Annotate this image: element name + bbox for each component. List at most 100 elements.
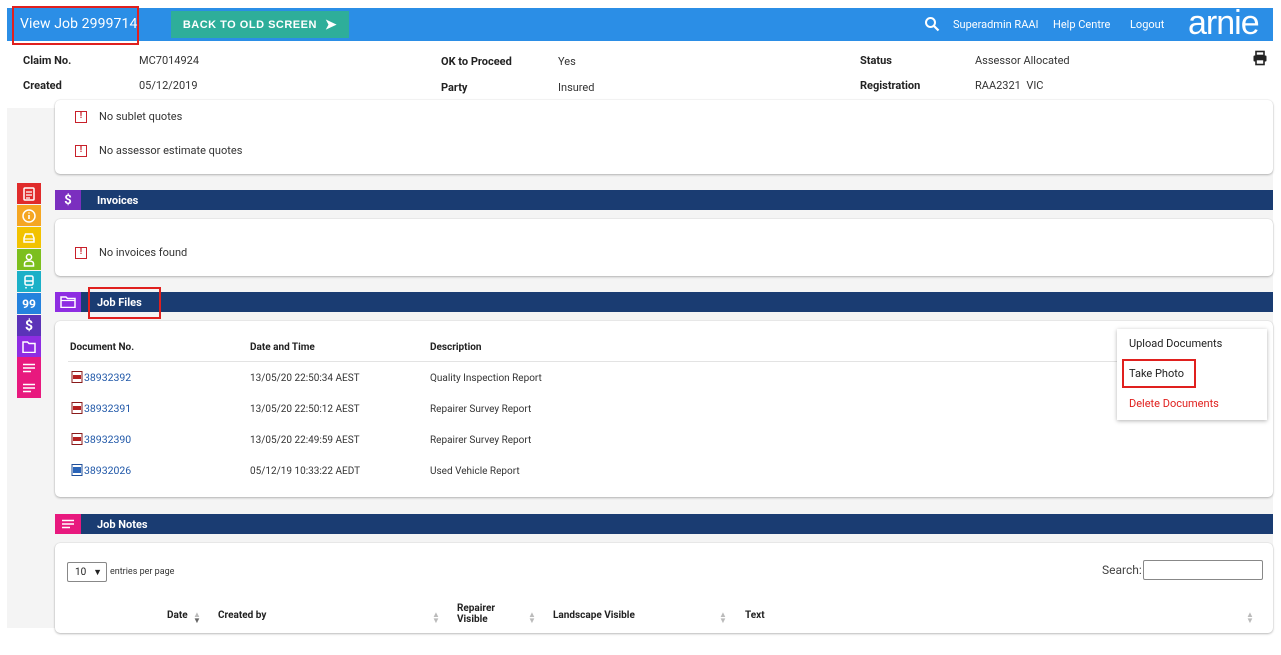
- document-description: Quality Inspection Report: [430, 373, 542, 384]
- search-label: Search:: [1102, 563, 1142, 577]
- back-to-old-screen-button[interactable]: BACK TO OLD SCREEN ➤: [171, 11, 349, 38]
- sort-icon[interactable]: ▲ ▼: [432, 611, 440, 625]
- invoices-title: Invoices: [97, 194, 139, 207]
- registration-value: RAA2321 VIC: [975, 79, 1044, 92]
- document-link[interactable]: 38932026: [84, 464, 131, 477]
- repairer-visible-line2: Visible: [457, 614, 488, 625]
- sort-icon[interactable]: ▲ ▼: [1246, 611, 1254, 625]
- table-row: 38932390: [71, 433, 131, 446]
- invoices-card: [55, 219, 1273, 276]
- status-label: Status: [860, 54, 892, 67]
- warning-icon: !: [75, 110, 87, 123]
- assessor-quotes-text: No assessor estimate quotes: [99, 144, 243, 157]
- status-value: Assessor Allocated: [975, 54, 1070, 67]
- no-invoices-text: No invoices found: [99, 246, 188, 259]
- document-date: 13/05/20 22:50:34 AEST: [250, 373, 360, 384]
- party-label: Party: [441, 81, 468, 94]
- column-document-no[interactable]: Document No.: [70, 342, 134, 353]
- sidebar-info-icon[interactable]: [17, 205, 41, 226]
- help-centre-link[interactable]: Help Centre: [1053, 8, 1110, 41]
- document-link[interactable]: 38932390: [84, 433, 131, 446]
- entries-per-page-label: entries per page: [110, 567, 175, 577]
- sidebar-notes-icon[interactable]: [17, 357, 41, 378]
- column-repairer-visible[interactable]: Repairer Visible: [457, 603, 495, 625]
- sort-icon[interactable]: ▲ ▼: [719, 611, 727, 625]
- table-row: 38932391: [71, 402, 131, 415]
- arnie-logo: arnie: [1188, 4, 1260, 42]
- column-date[interactable]: Date: [167, 610, 188, 621]
- created-label: Created: [23, 79, 62, 92]
- document-link[interactable]: 38932392: [84, 371, 131, 384]
- sidebar-person-icon[interactable]: [17, 249, 41, 270]
- page-title: View Job 2999714: [20, 16, 138, 32]
- table-row: 38932392: [71, 371, 131, 384]
- column-text[interactable]: Text: [745, 610, 765, 621]
- dollar-icon: $: [55, 190, 81, 210]
- sort-desc-icon[interactable]: ▲ ▼: [193, 611, 201, 625]
- print-icon[interactable]: [1252, 50, 1268, 66]
- column-landscape-visible[interactable]: Landscape Visible: [553, 610, 635, 621]
- chevron-down-icon: ▼: [93, 568, 102, 578]
- sublet-quotes-text: No sublet quotes: [99, 110, 183, 123]
- claim-label: Claim No.: [23, 54, 72, 67]
- document-description: Repairer Survey Report: [430, 435, 532, 446]
- ok-to-proceed-label: OK to Proceed: [441, 55, 512, 68]
- entries-per-page-select[interactable]: 10 ▼: [67, 562, 107, 582]
- pdf-icon: [71, 371, 83, 383]
- entries-value: 10: [75, 566, 87, 578]
- job-files-card: [55, 321, 1273, 497]
- document-date: 13/05/20 22:49:59 AEST: [250, 435, 360, 446]
- job-notes-title: Job Notes: [97, 518, 148, 531]
- repairer-visible-line1: Repairer: [457, 603, 496, 614]
- warning-icon: !: [75, 246, 87, 259]
- no-invoices-row: ! No invoices found: [75, 246, 187, 259]
- job-files-actions-menu: Upload Documents Take Photo Delete Docum…: [1117, 329, 1267, 420]
- column-created-by[interactable]: Created by: [218, 610, 266, 621]
- job-files-highlight: [88, 287, 161, 319]
- assessor-quotes-row: ! No assessor estimate quotes: [75, 144, 242, 157]
- document-description: Used Vehicle Report: [430, 466, 520, 477]
- sort-icon[interactable]: ▲ ▼: [528, 611, 536, 625]
- claim-value: MC7014924: [139, 54, 200, 67]
- table-divider: [68, 361, 1118, 362]
- sidebar-dollar-icon[interactable]: $: [17, 315, 41, 336]
- user-menu-link[interactable]: Superadmin RAAI: [953, 8, 1039, 41]
- sidebar-claim-icon[interactable]: [17, 183, 41, 204]
- ok-to-proceed-value: Yes: [558, 55, 576, 68]
- column-date-time[interactable]: Date and Time: [250, 342, 315, 353]
- sidebar-quotes-icon[interactable]: 99: [17, 293, 41, 314]
- top-bar: View Job 2999714 BACK TO OLD SCREEN ➤ Su…: [7, 4, 1273, 45]
- document-date: 13/05/20 22:50:12 AEST: [250, 404, 360, 415]
- pdf-icon: [71, 402, 83, 414]
- warning-icon: !: [75, 144, 87, 157]
- column-description[interactable]: Description: [430, 342, 481, 353]
- sidebar-vehicle-icon[interactable]: [17, 227, 41, 248]
- table-row: 38932026: [71, 464, 131, 477]
- document-description: Repairer Survey Report: [430, 404, 532, 415]
- folder-icon: [55, 292, 81, 312]
- take-photo-item[interactable]: Take Photo: [1129, 367, 1184, 380]
- sublet-quotes-row: ! No sublet quotes: [75, 110, 182, 123]
- job-notes-section-header[interactable]: Job Notes: [55, 514, 1273, 534]
- delete-documents-item[interactable]: Delete Documents: [1129, 397, 1219, 410]
- send-arrow-icon: ➤: [324, 16, 338, 32]
- notes-icon: [55, 514, 81, 534]
- sidebar-notes-icon-extra[interactable]: [17, 378, 41, 398]
- sidebar-folder-icon[interactable]: [17, 336, 41, 357]
- document-link[interactable]: 38932391: [84, 402, 131, 415]
- pdf-icon: [71, 433, 83, 445]
- sidebar-tow-truck-icon[interactable]: [17, 271, 41, 292]
- notes-search-input[interactable]: [1143, 560, 1263, 580]
- search-icon[interactable]: [924, 16, 940, 32]
- document-date: 05/12/19 10:33:22 AEDT: [250, 466, 361, 477]
- job-files-section-header[interactable]: Job Files: [55, 292, 1273, 312]
- invoices-section-header[interactable]: $ Invoices: [55, 190, 1273, 210]
- created-value: 05/12/2019: [139, 79, 198, 92]
- word-doc-icon: [71, 464, 83, 476]
- registration-label: Registration: [860, 79, 921, 92]
- back-button-label: BACK TO OLD SCREEN: [182, 18, 317, 31]
- party-value: Insured: [558, 81, 595, 94]
- quotes-card: [55, 100, 1273, 174]
- upload-documents-item[interactable]: Upload Documents: [1129, 337, 1222, 350]
- logout-link[interactable]: Logout: [1130, 8, 1164, 41]
